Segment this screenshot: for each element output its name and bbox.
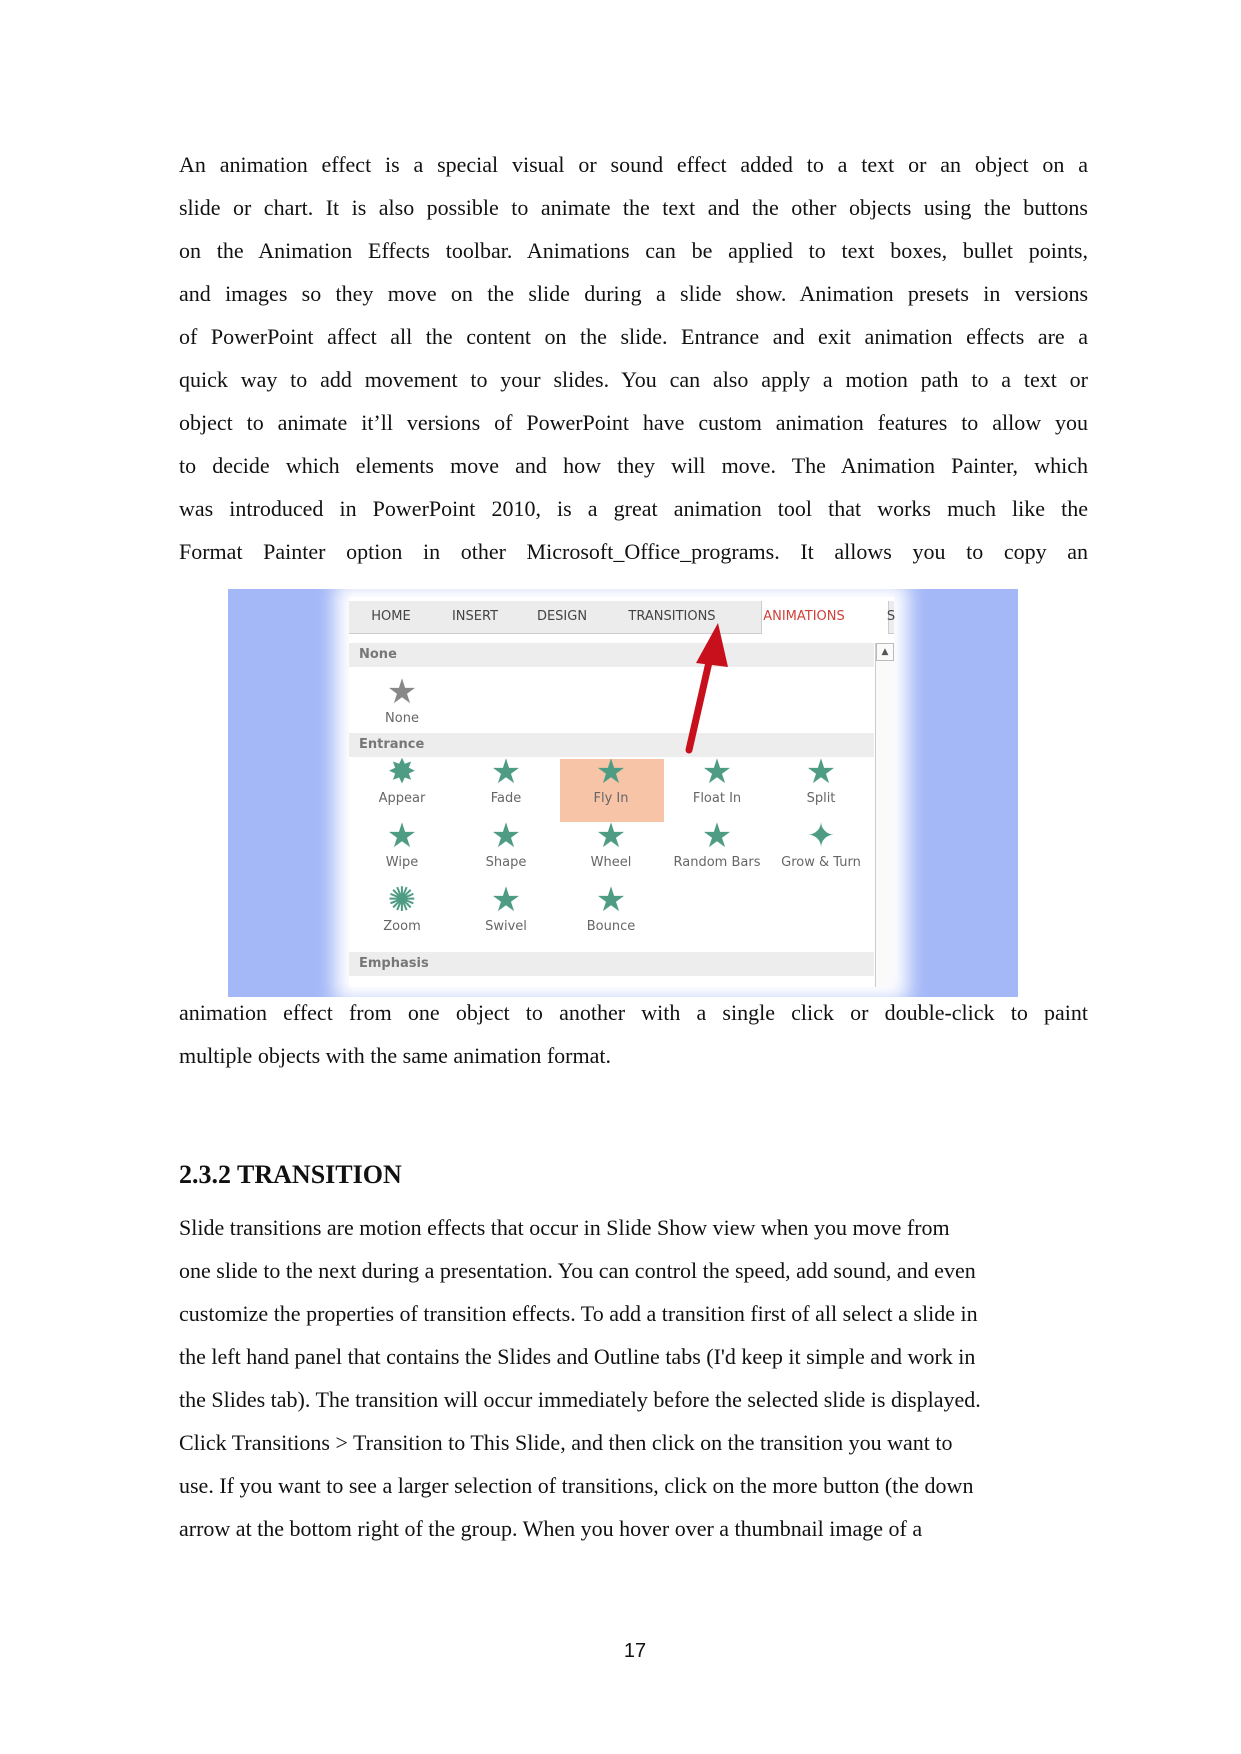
text-line: and images so they move on the slide dur… bbox=[179, 281, 1088, 306]
text-line: to decide which elements move and how th… bbox=[179, 453, 1088, 478]
text-line: multiple objects with the same animation… bbox=[179, 1043, 611, 1068]
red-arrow-icon bbox=[685, 623, 728, 754]
text-line: on the Animation Effects toolbar. Animat… bbox=[179, 238, 1088, 263]
text-line: An animation effect is a special visual … bbox=[179, 152, 1088, 177]
text-line: slide or chart. It is also possible to a… bbox=[179, 195, 1088, 220]
text-line: arrow at the bottom right of the group. … bbox=[179, 1516, 923, 1541]
text-line: Format Painter option in other Microsoft… bbox=[179, 539, 1088, 564]
text-line: Slide transitions are motion effects tha… bbox=[179, 1215, 950, 1240]
text-line: one slide to the next during a presentat… bbox=[179, 1258, 976, 1283]
powerpoint-animations-figure: HOME INSERT DESIGN TRANSITIONS ANIMATION… bbox=[228, 589, 1018, 997]
text-line: Click Transitions > Transition to This S… bbox=[179, 1430, 953, 1455]
text-line: use. If you want to see a larger selecti… bbox=[179, 1473, 974, 1498]
text-line: was introduced in PowerPoint 2010, is a … bbox=[179, 496, 1088, 521]
text-line: the Slides tab). The transition will occ… bbox=[179, 1387, 981, 1412]
text-line: customize the properties of transition e… bbox=[179, 1301, 978, 1326]
section-heading: 2.3.2 TRANSITION bbox=[179, 1160, 402, 1189]
page-number: 17 bbox=[623, 1640, 647, 1662]
text-line: the left hand panel that contains the Sl… bbox=[179, 1344, 976, 1369]
text-line: of PowerPoint affect all the content on … bbox=[179, 324, 1088, 349]
text-line: quick way to add movement to your slides… bbox=[179, 367, 1088, 392]
text-line: object to animate it’ll versions of Powe… bbox=[179, 410, 1088, 435]
text-line: animation effect from one object to anot… bbox=[179, 1000, 1088, 1025]
